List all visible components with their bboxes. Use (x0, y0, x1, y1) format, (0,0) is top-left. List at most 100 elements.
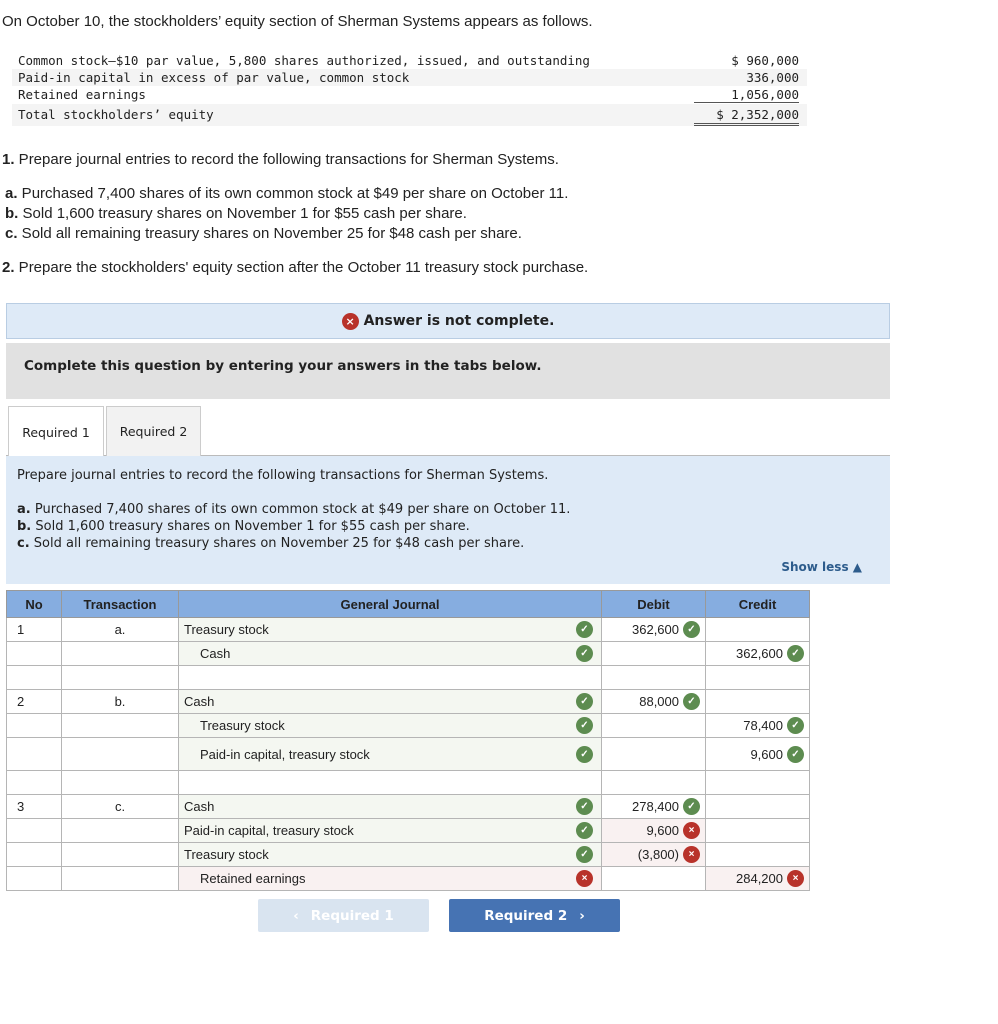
credit-input[interactable]: 9,600 ✓ (705, 737, 810, 771)
question-item-b: b. Sold 1,600 treasury shares on Novembe… (5, 205, 467, 222)
cell-transaction (61, 866, 179, 891)
journal-row: 3 c. Cash ✓ 278,400 ✓ (6, 794, 810, 819)
credit-input-value: 284,200 (736, 871, 783, 886)
debit-input[interactable]: 278,400 ✓ (601, 794, 706, 819)
check-icon: ✓ (576, 621, 593, 638)
debit-input (601, 770, 706, 795)
journal-row: Treasury stock ✓ (3,800) × (6, 842, 810, 867)
next-required-2-button[interactable]: Required 2 › (449, 899, 620, 932)
account-name: Cash (200, 646, 231, 661)
check-icon: ✓ (576, 693, 593, 710)
account-select[interactable]: Treasury stock ✓ (178, 617, 602, 642)
header-debit: Debit (601, 590, 706, 618)
cell-no: 2 (6, 689, 62, 714)
equity-amount: 336,000 (746, 70, 799, 85)
cell-no: 3 (6, 794, 62, 819)
check-icon: ✓ (683, 621, 700, 638)
cell-no (6, 737, 62, 771)
debit-input[interactable] (601, 713, 706, 738)
check-icon: ✓ (787, 645, 804, 662)
debit-input[interactable]: 88,000 ✓ (601, 689, 706, 714)
equity-row-paid-in-capital: Paid-in capital in excess of par value, … (12, 69, 807, 86)
journal-row (6, 665, 810, 690)
debit-input[interactable]: 362,600 ✓ (601, 617, 706, 642)
equity-statement: Common stock—$10 par value, 5,800 shares… (12, 52, 807, 126)
question-item-a: a. Purchased 7,400 shares of its own com… (5, 185, 569, 202)
credit-input[interactable]: 78,400 ✓ (705, 713, 810, 738)
x-icon: × (683, 846, 700, 863)
tab-required-1[interactable]: Required 1 (8, 406, 104, 457)
check-icon: ✓ (576, 822, 593, 839)
account-select[interactable]: Treasury stock ✓ (178, 713, 602, 738)
account-name: Cash (184, 799, 215, 814)
debit-input-value: 278,400 (632, 799, 679, 814)
credit-input[interactable]: 284,200 × (705, 866, 810, 891)
error-icon: × (341, 312, 359, 330)
credit-input[interactable] (705, 818, 810, 843)
credit-input[interactable] (705, 842, 810, 867)
intro-text: On October 10, the stockholders’ equity … (2, 13, 593, 30)
account-select[interactable]: Treasury stock ✓ (178, 842, 602, 867)
account-select[interactable]: Retained earnings × (178, 866, 602, 891)
account-select[interactable]: Cash ✓ (178, 689, 602, 714)
show-less-link[interactable]: Show less ▲ (781, 560, 862, 574)
next-button-label: Required 2 (484, 907, 568, 924)
account-select (178, 665, 602, 690)
cell-no (6, 770, 62, 795)
account-name: Treasury stock (184, 622, 269, 637)
account-name: Cash (184, 694, 215, 709)
account-name: Retained earnings (200, 871, 306, 886)
debit-input[interactable] (601, 866, 706, 891)
question-2: 2. Prepare the stockholders' equity sect… (2, 259, 589, 276)
debit-input[interactable]: (3,800) × (601, 842, 706, 867)
equity-total-label: Total stockholders’ equity (18, 107, 214, 122)
chevron-right-icon: › (579, 907, 585, 924)
cell-no (6, 665, 62, 690)
credit-input[interactable] (705, 689, 810, 714)
credit-input-value: 362,600 (736, 646, 783, 661)
cell-transaction (61, 713, 179, 738)
debit-input-value: 362,600 (632, 622, 679, 637)
credit-input[interactable] (705, 617, 810, 642)
x-icon: × (683, 822, 700, 839)
debit-input[interactable] (601, 737, 706, 771)
check-icon: ✓ (683, 798, 700, 815)
cell-no (6, 818, 62, 843)
x-icon: × (787, 870, 804, 887)
header-credit: Credit (705, 590, 810, 618)
account-select[interactable]: Cash ✓ (178, 641, 602, 666)
check-icon: ✓ (576, 645, 593, 662)
credit-input[interactable] (705, 794, 810, 819)
journal-row: Treasury stock ✓ 78,400 ✓ (6, 713, 810, 738)
account-select[interactable]: Paid-in capital, treasury stock ✓ (178, 737, 602, 771)
journal-row: Paid-in capital, treasury stock ✓ 9,600 ✓ (6, 737, 810, 771)
equity-row-common-stock: Common stock—$10 par value, 5,800 shares… (12, 52, 807, 69)
chevron-left-icon: ‹ (293, 907, 299, 924)
journal-row: Cash ✓ 362,600 ✓ (6, 641, 810, 666)
question-1: 1. Prepare journal entries to record the… (2, 151, 559, 168)
debit-input[interactable]: 9,600 × (601, 818, 706, 843)
journal-row: Retained earnings × 284,200 × (6, 866, 810, 891)
debit-input[interactable] (601, 641, 706, 666)
account-select[interactable]: Paid-in capital, treasury stock ✓ (178, 818, 602, 843)
credit-input[interactable]: 362,600 ✓ (705, 641, 810, 666)
journal-row (6, 770, 810, 795)
tab-required-2[interactable]: Required 2 (106, 406, 201, 456)
cell-no (6, 641, 62, 666)
instruction-bar: Complete this question by entering your … (6, 343, 890, 399)
debit-input-value: (3,800) (637, 847, 679, 862)
answer-status-text: Answer is not complete. (363, 313, 555, 329)
cell-transaction (61, 665, 179, 690)
cell-transaction (61, 842, 179, 867)
cell-transaction (61, 818, 179, 843)
panel-item-a: a. Purchased 7,400 shares of its own com… (17, 502, 571, 517)
equity-amount: 1,056,000 (694, 86, 799, 103)
check-icon: ✓ (683, 693, 700, 710)
cell-no (6, 713, 62, 738)
check-icon: ✓ (576, 846, 593, 863)
account-select[interactable]: Cash ✓ (178, 794, 602, 819)
account-name: Paid-in capital, treasury stock (184, 823, 354, 838)
equity-amount: $ 960,000 (731, 53, 799, 68)
journal-row: 2 b. Cash ✓ 88,000 ✓ (6, 689, 810, 714)
equity-total-amount: $ 2,352,000 (694, 104, 799, 126)
